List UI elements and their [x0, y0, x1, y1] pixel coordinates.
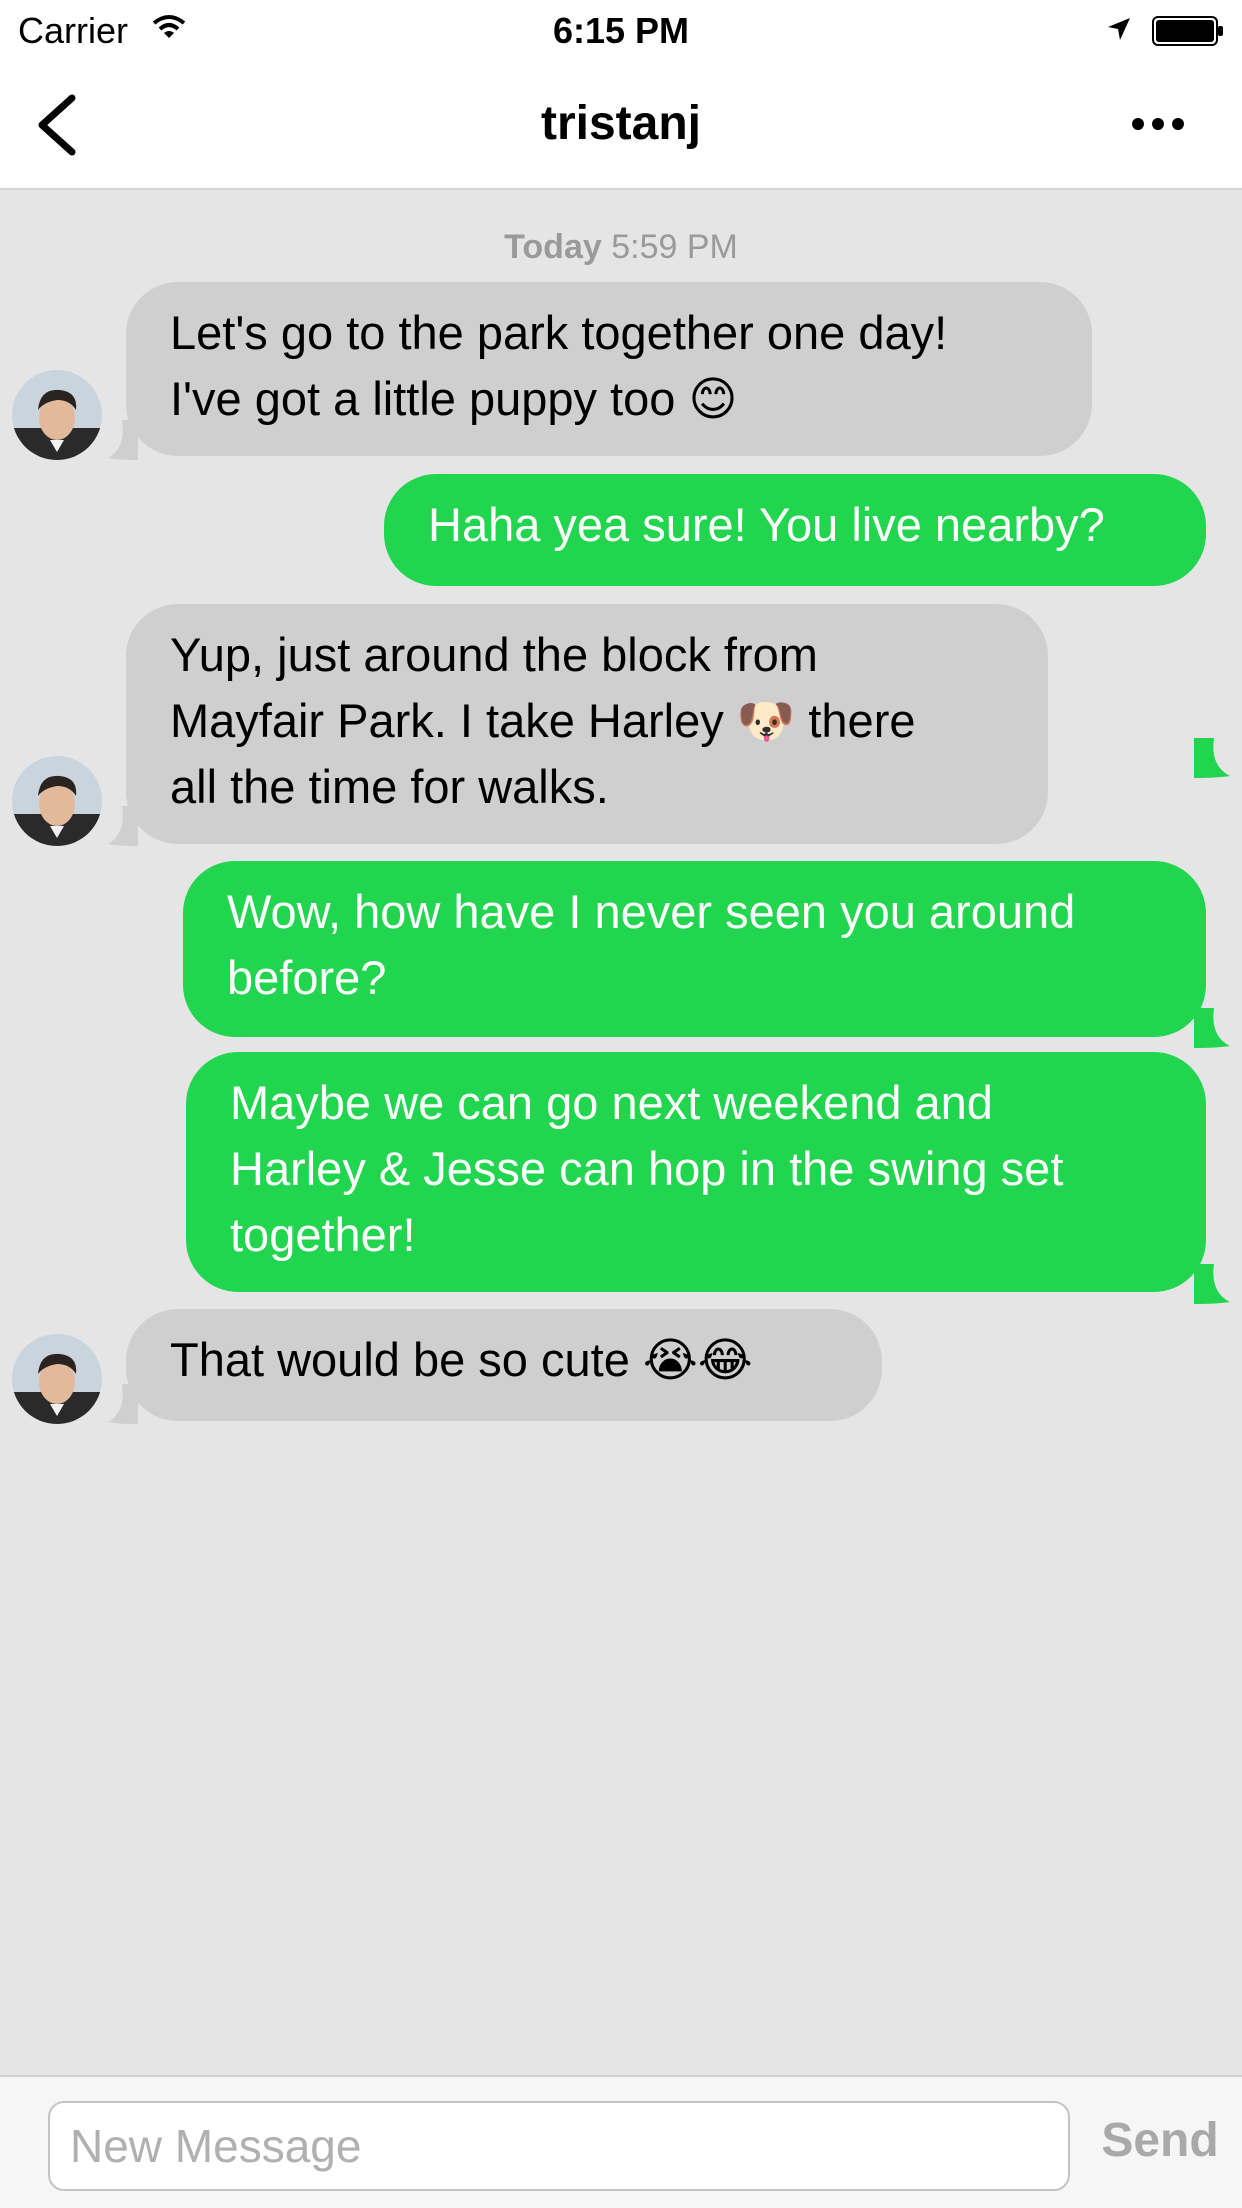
status-bar: Carrier 6:15 PM: [0, 0, 1242, 60]
message-line: Let's go to the park together one day!: [170, 306, 948, 359]
message-input[interactable]: [48, 2101, 1070, 2191]
bubble-tail: [1194, 1264, 1230, 1304]
message-line: before?: [227, 951, 387, 1004]
message-line: Harley & Jesse can hop in the swing set: [230, 1142, 1064, 1195]
message-bubble-incoming[interactable]: That would be so cute 😭😂: [126, 1309, 882, 1421]
battery-icon: [1152, 16, 1223, 46]
message-bubble-outgoing[interactable]: Maybe we can go next weekend and Harley …: [186, 1052, 1206, 1292]
timestamp-day: Today: [504, 228, 602, 266]
message-bubble-incoming[interactable]: Yup, just around the block from Mayfair …: [126, 604, 1048, 844]
message-line: Wow, how have I never seen you around: [227, 885, 1076, 938]
message-line: Yup, just around the block from: [170, 628, 818, 681]
message-bubble-incoming[interactable]: Let's go to the park together one day! I…: [126, 282, 1092, 456]
composer-bar: Send: [0, 2075, 1242, 2208]
avatar[interactable]: [12, 756, 102, 846]
message-line: Mayfair Park. I take Harley 🐶 there: [170, 694, 916, 747]
send-button[interactable]: Send: [1090, 2113, 1230, 2168]
message-bubble-outgoing[interactable]: Haha yea sure! You live nearby?: [384, 474, 1206, 586]
ellipsis-icon[interactable]: [1128, 112, 1188, 136]
message-thread[interactable]: Today 5:59 PM Let's go to the park toget…: [0, 190, 1242, 2075]
avatar[interactable]: [12, 370, 102, 460]
bubble-tail: [1194, 1008, 1230, 1048]
message-line: That would be so cute 😭😂: [170, 1333, 753, 1386]
conversation-title: tristanj: [540, 97, 702, 150]
message-line: Maybe we can go next weekend and: [230, 1076, 993, 1129]
message-line: Haha yea sure! You live nearby?: [428, 498, 1105, 551]
timestamp-time: 5:59 PM: [611, 228, 738, 266]
avatar-photo: [12, 370, 102, 460]
bubble-tail: [1194, 738, 1230, 778]
thread-timestamp: Today 5:59 PM: [0, 228, 1242, 267]
message-line: all the time for walks.: [170, 760, 609, 813]
avatar-photo: [12, 1334, 102, 1424]
message-line: together!: [230, 1208, 416, 1261]
clock: 6:15 PM: [552, 10, 690, 51]
message-bubble-outgoing[interactable]: Wow, how have I never seen you around be…: [183, 861, 1206, 1037]
avatar[interactable]: [12, 1334, 102, 1424]
avatar-photo: [12, 756, 102, 846]
message-line: I've got a little puppy too 😊: [170, 372, 738, 425]
nav-bar: tristanj: [0, 60, 1242, 190]
location-arrow-icon: [1108, 18, 1130, 40]
